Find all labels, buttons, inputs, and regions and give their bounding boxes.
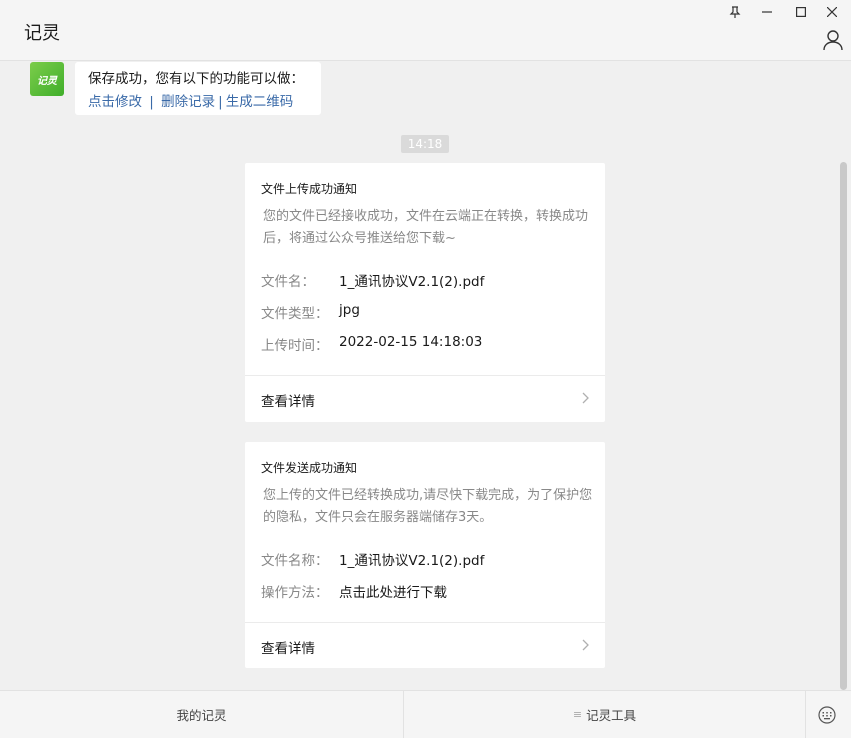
upload-notice-card: 文件上传成功通知 您的文件已经接收成功，文件在云端正在转换，转换成功后，将通过公… [245, 163, 605, 422]
keyboard-icon[interactable] [818, 706, 836, 724]
pin-icon [729, 6, 741, 18]
pin-button[interactable] [722, 2, 748, 22]
download-link[interactable]: 点击此处进行下载 [339, 581, 447, 601]
send-notice-card: 文件发送成功通知 您上传的文件已经转换成功,请尽快下载完成，为了保护您的隐私，文… [245, 442, 605, 668]
card-row-filename: 文件名称： 1_通讯协议V2.1(2).pdf [261, 549, 484, 569]
link-separator: | [149, 94, 154, 110]
chat-area: 记灵 保存成功，您有以下的功能可以做： 点击修改 | 删除记录 | 生成二维码 14… [0, 62, 851, 690]
chevron-right-icon [582, 392, 589, 404]
row-label: 操作方法： [261, 585, 329, 601]
card-row-filename: 文件名： 1_通讯协议V2.1(2).pdf [261, 270, 484, 290]
minimize-icon [762, 11, 772, 13]
view-details-label: 查看详情 [261, 394, 315, 410]
user-icon[interactable] [822, 29, 844, 51]
row-label: 文件名称： [261, 553, 329, 569]
menu-my-jiling[interactable]: 我的记灵 [0, 691, 403, 738]
minimize-button[interactable] [754, 2, 780, 22]
card-title: 文件上传成功通知 [261, 182, 358, 196]
app-title: 记灵 [24, 23, 60, 44]
title-bar: 记灵 [0, 0, 851, 61]
card-description: 您的文件已经接收成功，文件在云端正在转换，转换成功后，将通过公众号推送给您下载~ [263, 209, 589, 246]
menu-icon: ≡ [572, 708, 583, 721]
view-details-button[interactable]: 查看详情 [245, 623, 605, 669]
row-label: 文件类型： [261, 306, 329, 322]
row-label: 文件名： [261, 274, 315, 290]
scrollbar[interactable] [840, 162, 847, 690]
row-value: 1_通讯协议V2.1(2).pdf [339, 274, 485, 290]
menu-label: 记灵工具 [586, 708, 637, 723]
row-value: jpg [339, 302, 360, 318]
bottom-menu-bar: 我的记灵 ≡ 记灵工具 [0, 690, 851, 738]
view-details-button[interactable]: 查看详情 [245, 376, 605, 422]
row-value: 2022-02-15 14:18:03 [339, 334, 483, 350]
card-title: 文件发送成功通知 [261, 461, 358, 475]
link-separator: | [218, 94, 223, 110]
row-label: 上传时间： [261, 338, 329, 354]
card-row-operation[interactable]: 操作方法： 点击此处进行下载 [261, 581, 447, 601]
close-icon [827, 7, 837, 17]
qrcode-link[interactable]: 生成二维码 [226, 94, 294, 110]
menu-jiling-tools[interactable]: ≡ 记灵工具 [404, 691, 805, 738]
card-row-uploadtime: 上传时间： 2022-02-15 14:18:03 [261, 334, 482, 354]
message-text: 保存成功，您有以下的功能可以做： [88, 71, 304, 87]
card-description: 您上传的文件已经转换成功,请尽快下载完成，为了保护您的隐私，文件只会在服务器端储… [263, 488, 593, 525]
menu-divider [805, 691, 806, 738]
edit-link[interactable]: 点击修改 [88, 94, 142, 110]
row-value: 1_通讯协议V2.1(2).pdf [339, 553, 485, 569]
timestamp: 14:18 [401, 135, 449, 153]
message-bubble: 保存成功，您有以下的功能可以做： 点击修改 | 删除记录 | 生成二维码 [75, 62, 321, 115]
message-links: 点击修改 | 删除记录 | 生成二维码 [88, 91, 321, 114]
chevron-right-icon [582, 639, 589, 651]
view-details-label: 查看详情 [261, 641, 315, 657]
maximize-button[interactable] [788, 2, 814, 22]
avatar[interactable]: 记灵 [30, 62, 64, 96]
card-row-filetype: 文件类型： jpg [261, 302, 360, 322]
close-button[interactable] [819, 2, 845, 22]
delete-link[interactable]: 删除记录 [161, 94, 215, 110]
maximize-icon [796, 7, 806, 17]
menu-label: 我的记灵 [176, 708, 227, 723]
